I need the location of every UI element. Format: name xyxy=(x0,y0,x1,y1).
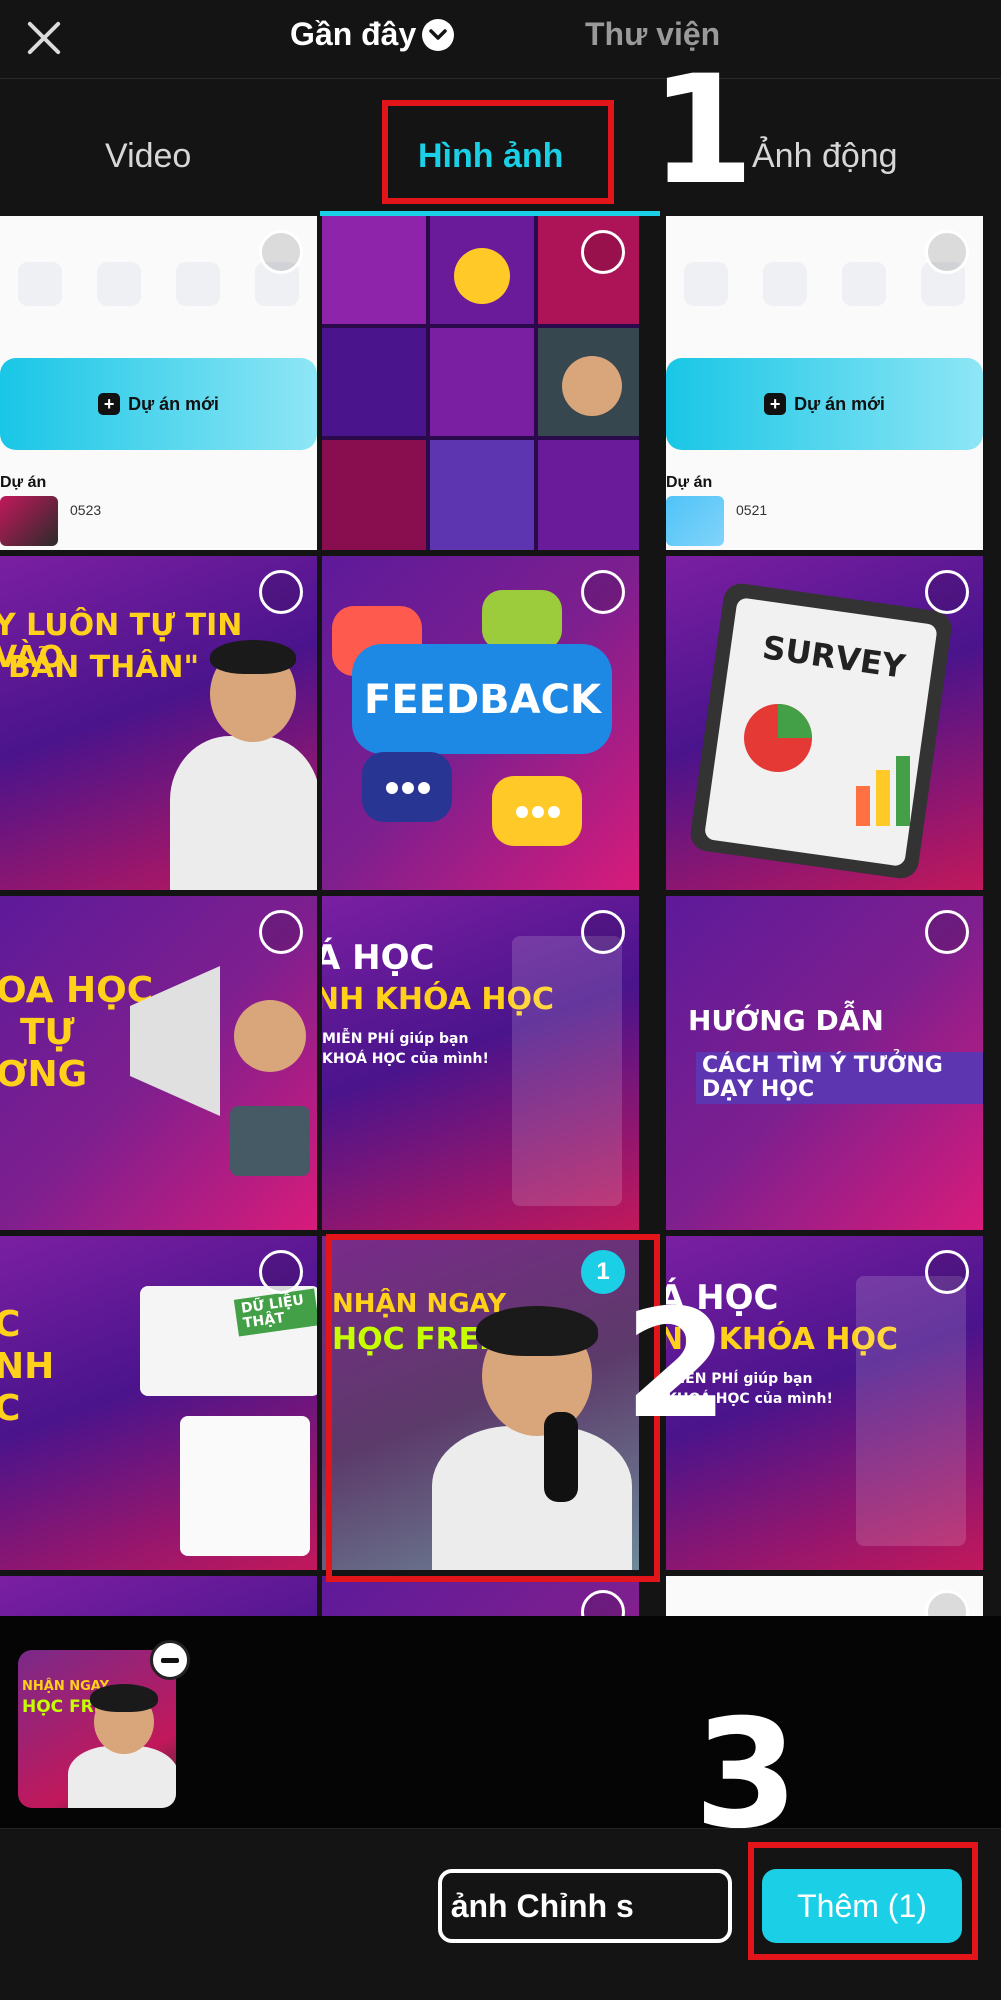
select-circle[interactable] xyxy=(925,570,969,614)
edit-button[interactable]: a ảnh Chỉnh s xyxy=(438,1869,732,1943)
course-text-3: MIỄN PHÍ giúp bạn xyxy=(322,1031,469,1047)
select-circle[interactable] xyxy=(259,230,303,274)
select-circle[interactable] xyxy=(259,1250,303,1294)
dashboard-card xyxy=(180,1416,310,1556)
grid-item[interactable] xyxy=(666,1576,983,1616)
remove-selected-icon[interactable] xyxy=(150,1640,190,1680)
select-circle[interactable] xyxy=(581,230,625,274)
grid-item[interactable]: Á HỌC NH KHÓA HỌC MIỄN PHÍ giúp bạn KHOÁ… xyxy=(322,896,639,1230)
select-circle[interactable] xyxy=(581,910,625,954)
select-circle[interactable] xyxy=(581,1590,625,1616)
grid-item[interactable]: FEEDBACK xyxy=(322,556,639,890)
app-shortcut-icon xyxy=(842,262,887,306)
select-circle[interactable] xyxy=(581,570,625,614)
project-heading: Dự án xyxy=(0,474,47,491)
project-heading: Dự án xyxy=(666,474,713,491)
grid-item[interactable]: C NH C DỮ LIỆU THẬT xyxy=(0,1236,317,1570)
course-text-1: Á HỌC xyxy=(322,938,435,978)
project-date: 0521 xyxy=(736,502,768,518)
plus-icon: + xyxy=(764,393,787,415)
selected-tray: NHẬN NGAY HỌC FREE xyxy=(0,1616,1001,1828)
annotation-number-1: 1 xyxy=(650,44,755,218)
person-hoodie xyxy=(68,1746,176,1808)
annotation-box-1 xyxy=(382,100,614,204)
grid-item[interactable]: HƯỚNG DẪN CÁCH TÌM Ý TƯỞNG DẠY HỌC xyxy=(666,896,983,1230)
course-card xyxy=(512,936,622,1206)
grid-item[interactable]: + Dự án mới Dự án 0523 xyxy=(0,216,317,550)
plus-icon: + xyxy=(98,393,121,415)
chevron-down-icon xyxy=(422,18,455,51)
select-circle[interactable] xyxy=(259,570,303,614)
promo-text-3: C xyxy=(0,1388,21,1429)
project-date: 0523 xyxy=(70,502,102,518)
selected-thumbnail[interactable]: NHẬN NGAY HỌC FREE xyxy=(18,1650,176,1808)
new-project-banner: + Dự án mới xyxy=(666,358,983,450)
select-circle[interactable] xyxy=(925,230,969,274)
project-thumbnail xyxy=(666,496,724,546)
top-bar: Gần đây Thư viện xyxy=(0,0,1001,78)
person-hair xyxy=(210,640,296,674)
project-thumbnail xyxy=(0,496,58,546)
select-circle[interactable] xyxy=(925,1250,969,1294)
grid-item[interactable] xyxy=(0,1576,317,1616)
guide-text-1: HƯỚNG DẪN xyxy=(688,1004,884,1037)
grid-item[interactable] xyxy=(322,216,639,550)
close-icon[interactable] xyxy=(22,16,66,60)
app-shortcut-icon xyxy=(176,262,221,306)
promo-text-2: NH xyxy=(0,1346,55,1387)
course-card xyxy=(856,1276,966,1546)
annotation-box-2 xyxy=(326,1234,660,1582)
select-circle[interactable] xyxy=(925,910,969,954)
new-project-label: Dự án mới xyxy=(794,393,885,414)
person-hoodie xyxy=(170,736,317,890)
grid-item[interactable]: OA HỌC TỰ ƠNG xyxy=(0,896,317,1230)
grid-item[interactable]: + Dự án mới Dự án 0521 xyxy=(666,216,983,550)
annotation-number-2: 2 xyxy=(624,1278,729,1452)
tab-video[interactable]: Video xyxy=(105,137,191,176)
new-project-label: Dự án mới xyxy=(128,393,219,414)
source-recent-label: Gần đây xyxy=(290,16,417,52)
tab-animated[interactable]: Ảnh động xyxy=(752,137,898,176)
edit-button-label: a ảnh Chỉnh s xyxy=(438,1887,634,1924)
feedback-text: FEEDBACK xyxy=(364,677,601,723)
promo-text-2: BẢN THÂN" xyxy=(8,650,200,685)
annotation-box-3 xyxy=(748,1842,978,1960)
promo-text-1: C xyxy=(0,1304,21,1345)
app-shortcut-icon xyxy=(96,262,141,306)
select-circle[interactable] xyxy=(259,910,303,954)
app-shortcut-icon xyxy=(683,262,728,306)
grid-item[interactable]: Y LUÔN TỰ TIN VÀO BẢN THÂN" xyxy=(0,556,317,890)
app-shortcut-icon xyxy=(17,262,62,306)
person-hair xyxy=(90,1684,158,1712)
course-text-4: KHOÁ HỌC của mình! xyxy=(322,1051,489,1067)
guide-text-2: CÁCH TÌM Ý TƯỞNG DẠY HỌC xyxy=(696,1052,983,1105)
select-circle[interactable] xyxy=(925,1590,969,1616)
grid-item[interactable]: SURVEY xyxy=(666,556,983,890)
app-shortcut-icon xyxy=(762,262,807,306)
new-project-banner: + Dự án mới xyxy=(0,358,317,450)
grid-item[interactable] xyxy=(322,1576,639,1616)
source-recent-dropdown[interactable]: Gần đây xyxy=(290,16,455,53)
